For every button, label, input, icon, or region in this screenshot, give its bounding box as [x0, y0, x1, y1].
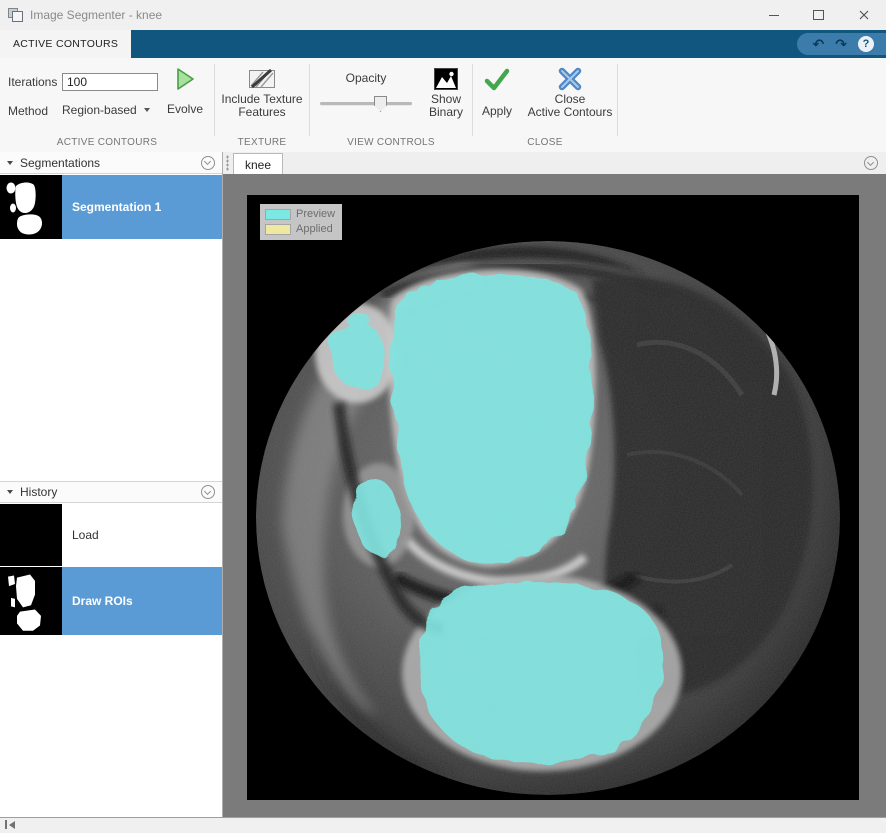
- mri-image: Preview Applied: [247, 195, 859, 800]
- figure-canvas[interactable]: Preview Applied: [223, 174, 886, 818]
- preview-swatch: [265, 208, 291, 220]
- document-tab-label: knee: [244, 157, 272, 172]
- quick-access-toolbar: ↶ ↷ ?: [796, 33, 886, 55]
- evolve-button[interactable]: Evolve: [160, 65, 210, 116]
- apply-label: Apply: [481, 104, 513, 118]
- section-close: CLOSE: [527, 137, 563, 148]
- overlay-legend: Preview Applied: [260, 204, 343, 240]
- document-tabbar: knee: [223, 152, 886, 175]
- titlebar: Image Segmenter - knee: [0, 0, 886, 30]
- legend-row-applied: Applied: [265, 223, 335, 235]
- statusbar: [0, 817, 886, 833]
- applied-label: Applied: [296, 223, 333, 235]
- segmentation-item[interactable]: Segmentation 1: [0, 175, 222, 239]
- texture-label-line2: Features: [238, 105, 286, 119]
- redo-icon[interactable]: ↷: [835, 37, 847, 51]
- browser-sidebar: Segmentations Segmentation 1 History Loa…: [0, 152, 223, 818]
- group-close: Apply Close Active Contours CLOSE: [473, 58, 617, 152]
- section-active-contours: ACTIVE CONTOURS: [56, 137, 158, 148]
- segmentation-item-label: Segmentation 1: [72, 200, 162, 214]
- show-binary-button[interactable]: Show Binary: [422, 65, 470, 119]
- close-x-icon: [558, 67, 582, 91]
- knee-mri-figure: [247, 195, 859, 800]
- close-button[interactable]: [841, 0, 886, 30]
- close-icon: [859, 10, 868, 20]
- close-active-contours-button[interactable]: Close Active Contours: [523, 65, 617, 119]
- method-dropdown[interactable]: Region-based: [58, 100, 154, 120]
- collapse-bar-icon: [5, 820, 7, 829]
- panel-menu-icon[interactable]: [201, 485, 215, 499]
- group-texture: Include Texture Features TEXTURE: [215, 58, 309, 152]
- history-item-load[interactable]: Load: [0, 504, 222, 566]
- include-texture-features-button[interactable]: Include Texture Features: [215, 65, 309, 119]
- document-tab-knee[interactable]: knee: [233, 153, 283, 175]
- segmentation-thumbnail: [0, 175, 62, 239]
- panel-menu-icon[interactable]: [201, 155, 215, 170]
- maximize-icon: [813, 10, 824, 20]
- draw-rois-thumbnail: [0, 567, 62, 635]
- window-controls: [751, 0, 886, 30]
- opacity-slider-thumb[interactable]: [374, 96, 387, 112]
- show-binary-label-line2: Binary: [428, 105, 463, 119]
- texture-icon: [249, 68, 275, 89]
- show-binary-icon: [434, 68, 458, 90]
- apply-button[interactable]: Apply: [473, 65, 521, 118]
- section-texture: TEXTURE: [237, 137, 287, 148]
- method-value: Region-based: [62, 103, 137, 117]
- help-button[interactable]: ?: [858, 36, 874, 52]
- load-thumbnail: [0, 504, 62, 566]
- collapse-arrow-icon: [9, 820, 15, 829]
- app-icon: [8, 8, 23, 22]
- segmentations-panel-title: Segmentations: [20, 155, 101, 170]
- applied-swatch: [265, 223, 291, 235]
- window-title: Image Segmenter - knee: [30, 8, 163, 22]
- section-view-controls: VIEW CONTROLS: [347, 137, 435, 148]
- evolve-play-icon: [177, 68, 194, 90]
- toolstrip-ribbon: Iterations Method Region-based Evolve AC…: [0, 58, 886, 153]
- undo-icon[interactable]: ↶: [813, 37, 825, 51]
- group-active-contours: Iterations Method Region-based Evolve AC…: [0, 58, 214, 152]
- collapse-sidebar-button[interactable]: [5, 820, 15, 829]
- collapse-chevron-icon: [7, 160, 13, 165]
- document-area: knee Preview Applied: [223, 152, 886, 818]
- history-item-label: Load: [72, 528, 99, 542]
- iterations-label: Iterations: [8, 75, 58, 89]
- group-view-controls: Opacity Show Binary VIEW CONTROLS: [310, 58, 472, 152]
- minimize-icon: [768, 14, 779, 16]
- method-label: Method: [8, 104, 49, 118]
- close-label-line2: Active Contours: [527, 105, 613, 119]
- opacity-label: Opacity: [345, 71, 387, 85]
- opacity-slider[interactable]: [320, 96, 412, 112]
- tab-active-contours-label: ACTIVE CONTOURS: [13, 38, 119, 50]
- history-item-label: Draw ROIs: [72, 594, 133, 608]
- segmentations-panel-header[interactable]: Segmentations: [0, 152, 222, 174]
- history-item-draw-rois[interactable]: Draw ROIs: [0, 567, 222, 635]
- tab-active-contours[interactable]: ACTIVE CONTOURS: [0, 30, 132, 58]
- figure-options-icon[interactable]: [864, 156, 878, 170]
- history-panel-header[interactable]: History: [0, 481, 222, 503]
- legend-row-preview: Preview: [265, 208, 335, 220]
- collapse-chevron-icon: [7, 490, 13, 494]
- image-segmenter-window: Image Segmenter - knee ACTIVE CONTOURS ↶…: [0, 0, 886, 833]
- tab-drag-handle-icon[interactable]: [226, 155, 229, 171]
- toolstrip-tabbar: ACTIVE CONTOURS ↶ ↷ ?: [0, 30, 886, 58]
- chevron-down-icon: [143, 108, 150, 112]
- evolve-label: Evolve: [166, 102, 204, 116]
- group-separator: [617, 64, 618, 136]
- opacity-slider-track[interactable]: [320, 102, 412, 105]
- apply-check-icon: [484, 68, 510, 91]
- maximize-button[interactable]: [796, 0, 841, 30]
- minimize-button[interactable]: [751, 0, 796, 30]
- history-panel-title: History: [20, 485, 58, 499]
- preview-label: Preview: [296, 208, 336, 220]
- iterations-input[interactable]: [62, 73, 158, 91]
